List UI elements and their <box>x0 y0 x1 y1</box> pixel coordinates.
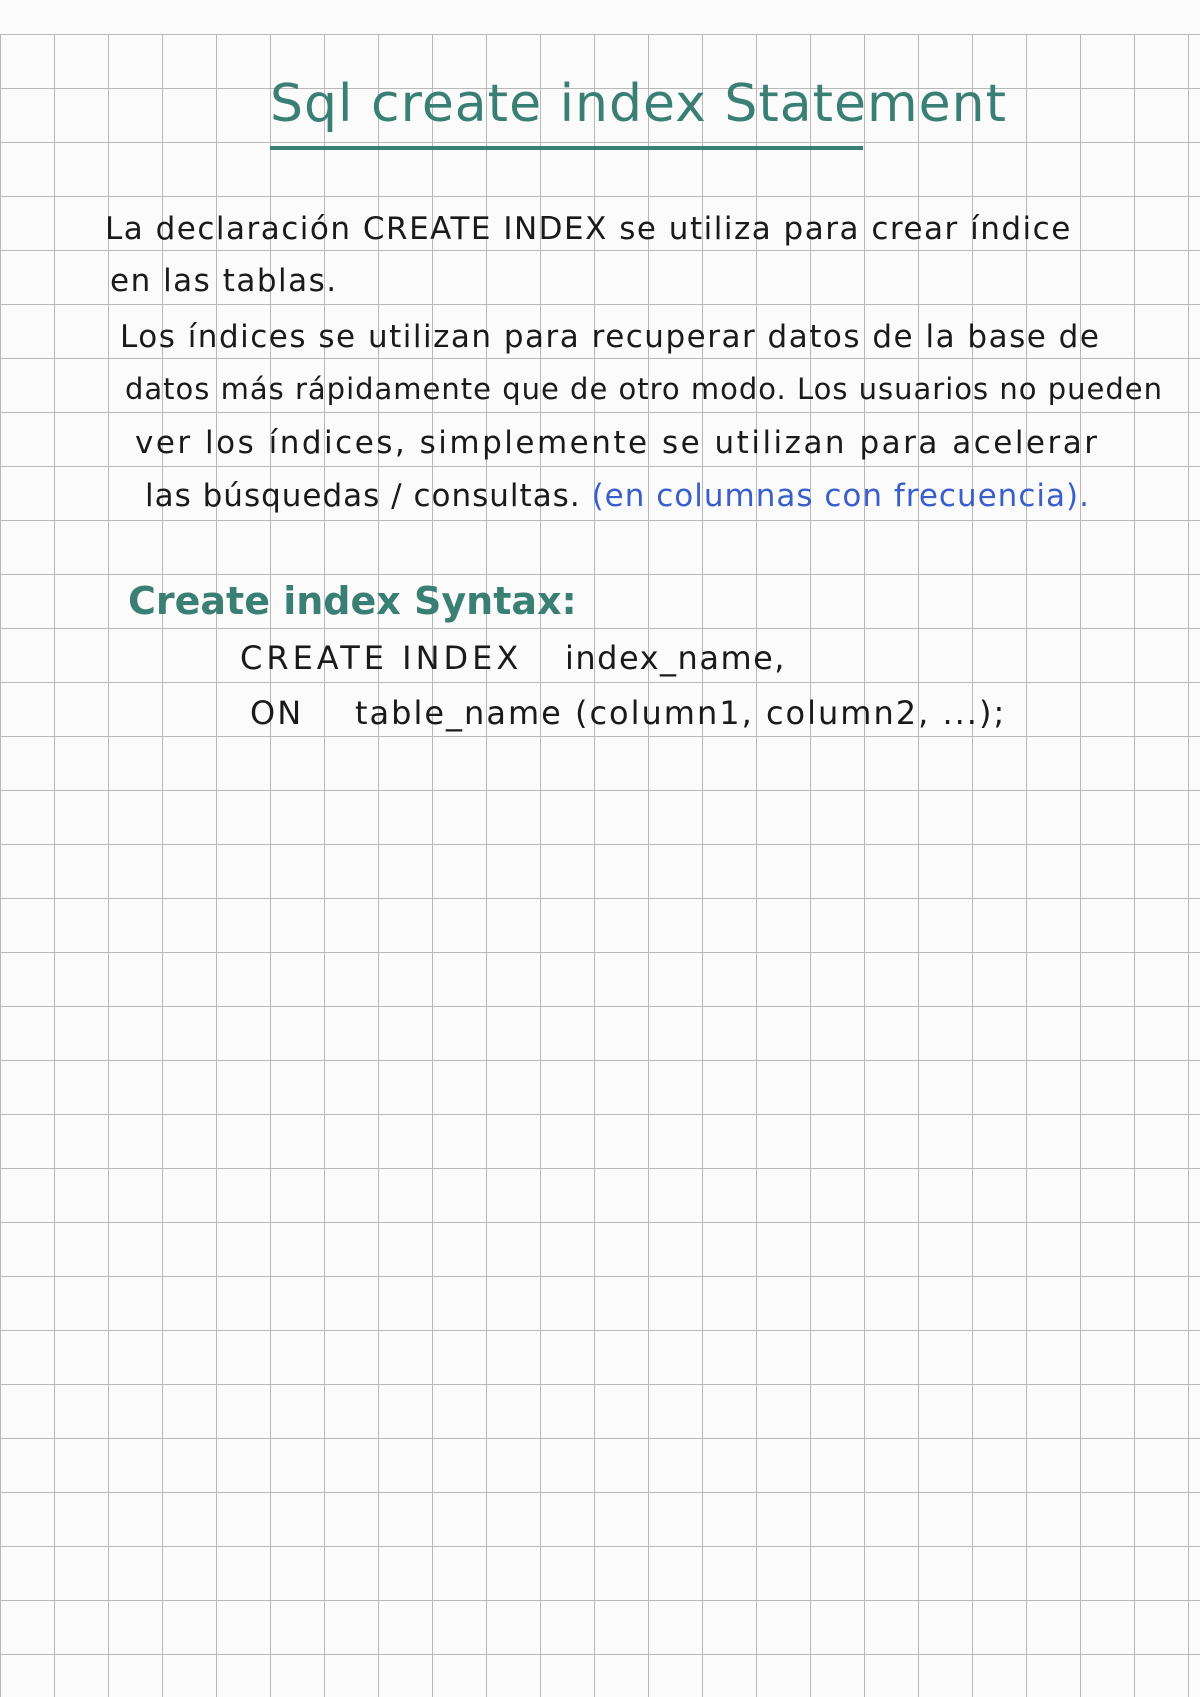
syntax-keyword-create-index: CREATE INDEX <box>240 639 523 677</box>
syntax-table-columns: table_name (column1, column2, ...); <box>355 694 1007 732</box>
syntax-heading: Create index Syntax: <box>128 579 577 623</box>
title-underline <box>270 146 863 150</box>
paragraph1-line2: en las tablas. <box>110 263 338 299</box>
syntax-keyword-on: ON <box>250 694 304 732</box>
paragraph2-line2: datos más rápidamente que de otro modo. … <box>125 372 1163 406</box>
paragraph2-line4-black: las búsquedas / consultas. <box>145 478 581 514</box>
syntax-index-name: index_name, <box>565 639 786 677</box>
paragraph1-line1: La declaración CREATE INDEX se utiliza p… <box>105 211 1072 247</box>
paragraph2-line4-blue-note: (en columnas con frecuencia). <box>591 478 1090 514</box>
paragraph2-line1: Los índices se utilizan para recuperar d… <box>120 319 1101 355</box>
paragraph2-line3: ver los índices, simplemente se utilizan… <box>135 425 1100 461</box>
paragraph2-line4: las búsquedas / consultas. (en columnas … <box>145 481 1090 512</box>
page-top-margin <box>0 0 1200 34</box>
page-title: Sql create index Statement <box>270 74 1008 134</box>
